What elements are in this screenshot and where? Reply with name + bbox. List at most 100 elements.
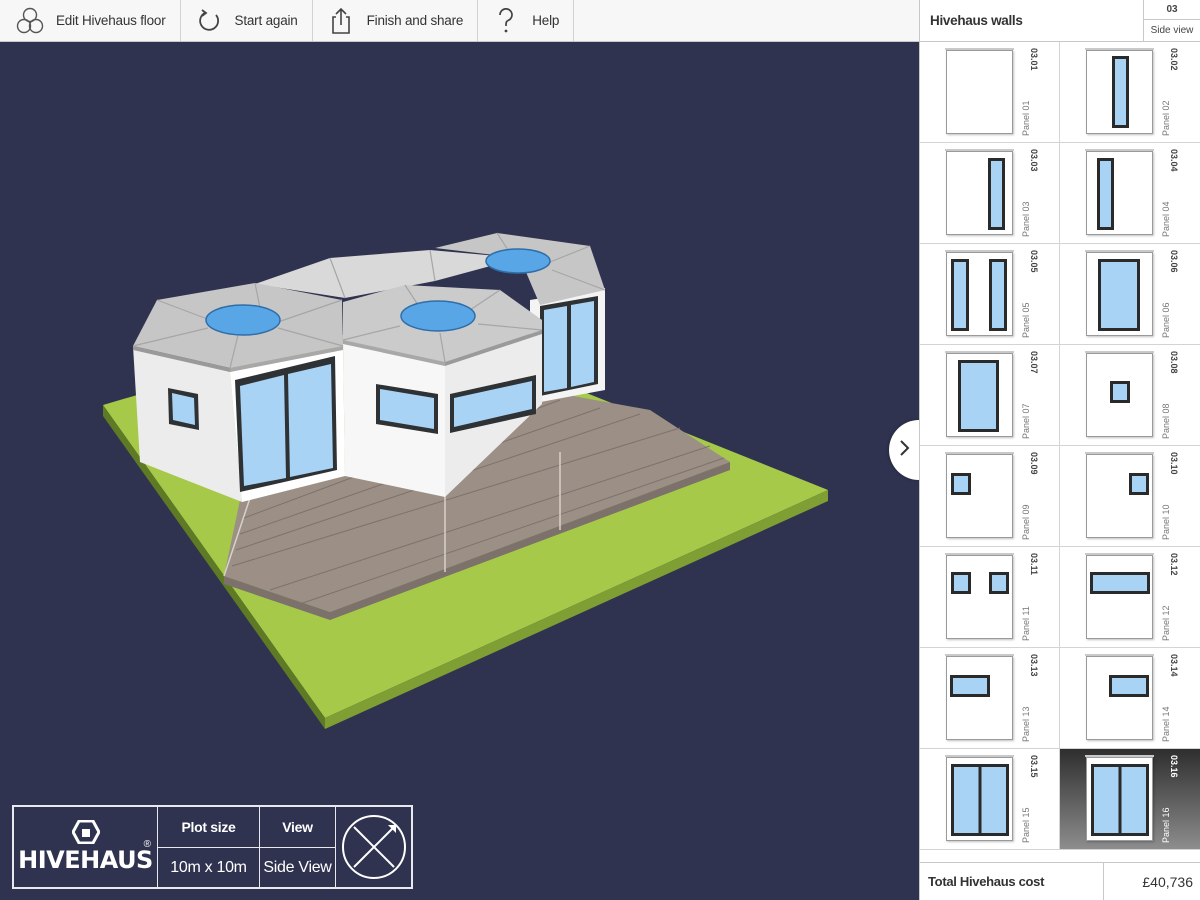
- wall-panel-preview: [945, 755, 1014, 841]
- floor-box: 03 Side view: [1143, 0, 1200, 41]
- edit-floor-button[interactable]: Edit Hivehaus floor: [0, 0, 181, 41]
- wall-panel-preview: [945, 351, 1014, 437]
- wall-panel-tile[interactable]: 03.05 Panel 05: [920, 244, 1060, 345]
- 3d-viewport[interactable]: HIVEHAUS ® Plot size 10m x 10m View Side…: [0, 42, 919, 900]
- window-glyph: [1110, 381, 1130, 403]
- panel-label-strip: 03.09 Panel 09: [1021, 450, 1039, 542]
- registered-mark: ®: [143, 839, 151, 850]
- panel-label-strip: 03.12 Panel 12: [1161, 551, 1179, 643]
- finish-share-label: Finish and share: [366, 13, 464, 28]
- window-glyph: [1097, 158, 1114, 230]
- panel-name: Panel 06: [1161, 302, 1171, 338]
- wall-panel-tile[interactable]: 03.08 Panel 08: [1060, 345, 1200, 446]
- wall-panel-tile[interactable]: 03.12 Panel 12: [1060, 547, 1200, 648]
- plot-size-label: Plot size: [158, 807, 259, 848]
- total-cost-value: £40,736: [1103, 863, 1200, 900]
- wall-panel-preview: [945, 48, 1014, 134]
- panel-code: 03.04: [1169, 149, 1179, 172]
- wall-panel-tile[interactable]: 03.09 Panel 09: [920, 446, 1060, 547]
- panel-name: Panel 09: [1021, 504, 1031, 540]
- panel-name: Panel 03: [1021, 201, 1031, 237]
- hivehaus-configurator: Edit Hivehaus floor Start again Finish a…: [0, 0, 1200, 900]
- window-glyph: [951, 473, 971, 495]
- wall-panel-preview: [1085, 654, 1154, 740]
- panel-code: 03.02: [1169, 48, 1179, 71]
- window-glyph: [958, 360, 999, 432]
- cost-footer: Total Hivehaus cost £40,736: [920, 862, 1200, 900]
- wall-panel-preview: [1085, 149, 1154, 235]
- wall-panel-preview: [1085, 452, 1154, 538]
- hexagons-icon: [14, 6, 46, 36]
- hexagon-logo-icon: [71, 820, 100, 844]
- panel-label-strip: 03.01 Panel 01: [1021, 46, 1039, 138]
- panel-name: Panel 05: [1021, 302, 1031, 338]
- wall-panel-preview: [945, 452, 1014, 538]
- wall-panel-tile[interactable]: 03.15 Panel 15: [920, 749, 1060, 850]
- panel-label-strip: 03.13 Panel 13: [1021, 652, 1039, 744]
- wall-panel-preview: [1085, 351, 1154, 437]
- window-glyph: [950, 675, 990, 697]
- view-value[interactable]: Side View: [260, 848, 335, 887]
- wall-panel-preview: [945, 654, 1014, 740]
- window-glyph: [989, 259, 1007, 331]
- window-glyph: [1098, 259, 1140, 331]
- walls-panel: Hivehaus walls 03 Side view 03.01 Panel 0…: [919, 0, 1200, 900]
- wall-panel-preview: [1085, 250, 1154, 336]
- panel-name: Panel 15: [1021, 807, 1031, 843]
- panel-title: Hivehaus walls: [930, 13, 1023, 28]
- window-glyph: [1129, 473, 1149, 495]
- panel-name: Panel 11: [1021, 606, 1031, 641]
- panel-label-strip: 03.05 Panel 05: [1021, 248, 1039, 340]
- panel-name: Panel 13: [1021, 706, 1031, 742]
- panel-label-strip: 03.06 Panel 06: [1161, 248, 1179, 340]
- total-cost-label: Total Hivehaus cost: [928, 874, 1045, 889]
- wall-panel-tile[interactable]: 03.01 Panel 01: [920, 42, 1060, 143]
- wall-panel-tile[interactable]: 03.03 Panel 03: [920, 143, 1060, 244]
- wall-panel-tile[interactable]: 03.06 Panel 06: [1060, 244, 1200, 345]
- wall-panel-tile[interactable]: 03.16 Panel 16: [1060, 749, 1200, 850]
- skylight-mid: [400, 300, 476, 332]
- start-again-button[interactable]: Start again: [180, 0, 313, 41]
- window-glyph: [1091, 764, 1149, 836]
- panel-code: 03.05: [1029, 250, 1039, 273]
- panel-code: 03.03: [1029, 149, 1039, 172]
- panel-code: 03.10: [1169, 452, 1179, 475]
- wall-panel-tile[interactable]: 03.14 Panel 14: [1060, 648, 1200, 749]
- wall-panel-tile[interactable]: 03.07 Panel 07: [920, 345, 1060, 446]
- panel-name: Panel 14: [1161, 706, 1171, 742]
- compass-button[interactable]: [336, 807, 411, 887]
- floor-number: 03: [1144, 0, 1200, 20]
- window-glyph: [1090, 572, 1150, 594]
- panel-label-strip: 03.11 Panel 11: [1021, 551, 1039, 643]
- panel-name: Panel 01: [1021, 100, 1031, 136]
- skylight-right: [485, 248, 551, 274]
- plot-size-column: Plot size 10m x 10m: [158, 807, 260, 887]
- plot-info-box: HIVEHAUS ® Plot size 10m x 10m View Side…: [12, 805, 413, 889]
- edit-floor-label: Edit Hivehaus floor: [56, 13, 166, 28]
- panel-label-strip: 03.02 Panel 02: [1161, 46, 1179, 138]
- panel-code: 03.15: [1029, 755, 1039, 778]
- panel-code: 03.11: [1029, 553, 1039, 576]
- side-view-button[interactable]: Side view: [1144, 20, 1200, 41]
- wall-panel-tile[interactable]: 03.02 Panel 02: [1060, 42, 1200, 143]
- help-label: Help: [532, 13, 560, 28]
- brand-name: HIVEHAUS: [18, 846, 153, 874]
- question-mark-icon: [490, 6, 522, 36]
- panel-code: 03.16: [1169, 755, 1179, 778]
- panel-label-strip: 03.08 Panel 08: [1161, 349, 1179, 441]
- wall-panel-tile[interactable]: 03.04 Panel 04: [1060, 143, 1200, 244]
- help-button[interactable]: Help: [478, 0, 575, 41]
- panel-code: 03.01: [1029, 48, 1039, 71]
- wall-panel-tile[interactable]: 03.10 Panel 10: [1060, 446, 1200, 547]
- plot-size-value: 10m x 10m: [170, 858, 247, 876]
- panel-label-strip: 03.16 Panel 16: [1161, 753, 1179, 845]
- panel-name: Panel 07: [1021, 403, 1031, 439]
- wall-panel-tile[interactable]: 03.11 Panel 11: [920, 547, 1060, 648]
- panel-code: 03.07: [1029, 351, 1039, 374]
- hivehaus-logo: HIVEHAUS ®: [14, 807, 158, 887]
- window-glyph: [1109, 675, 1149, 697]
- panel-code: 03.08: [1169, 351, 1179, 374]
- wall-panel-tile[interactable]: 03.13 Panel 13: [920, 648, 1060, 749]
- finish-share-button[interactable]: Finish and share: [312, 0, 479, 41]
- wall-panel-grid: 03.01 Panel 01 03.02 Panel 02 03.03 Panel 03 0…: [920, 42, 1200, 850]
